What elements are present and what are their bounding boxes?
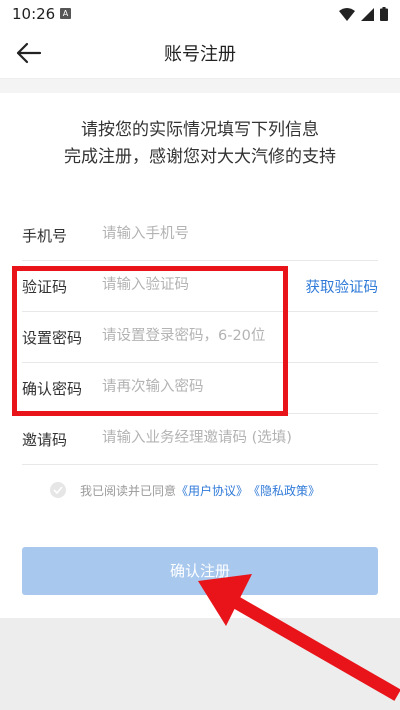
intro-line-1: 请按您的实际情况填写下列信息 — [81, 120, 319, 140]
annotation-highlight-box — [12, 266, 288, 416]
status-bar: 10:26 A — [0, 0, 400, 28]
invite-row: 邀请码 — [22, 414, 378, 465]
invite-label: 邀请码 — [22, 431, 68, 449]
check-icon — [53, 486, 63, 494]
intro-text: 请按您的实际情况填写下列信息 完成注册，感谢您对大大汽修的支持 — [0, 117, 400, 171]
header: 账号注册 — [0, 28, 400, 79]
wifi-icon — [339, 7, 355, 21]
phone-label: 手机号 — [22, 227, 68, 245]
status-icons — [339, 7, 388, 21]
intro-line-2: 完成注册，感谢您对大大汽修的支持 — [64, 147, 336, 167]
header-separator — [0, 79, 400, 93]
agreement-checkbox[interactable] — [50, 482, 66, 498]
get-verification-code-button[interactable]: 获取验证码 — [306, 276, 379, 297]
page-title: 账号注册 — [164, 44, 236, 65]
privacy-policy-link[interactable]: 《隐私政策》 — [248, 482, 320, 499]
confirm-register-button[interactable]: 确认注册 — [22, 547, 378, 595]
agreement-row: 我已阅读并已同意 《用户协议》 《隐私政策》 — [50, 480, 320, 500]
user-agreement-link[interactable]: 《用户协议》 — [176, 482, 248, 499]
phone-input[interactable] — [102, 219, 372, 249]
agreement-text: 我已阅读并已同意 — [80, 483, 177, 498]
status-time: 10:26 — [12, 5, 56, 23]
invite-code-input[interactable] — [102, 423, 372, 453]
footer-area — [0, 618, 400, 710]
notification-badge: A — [60, 8, 71, 19]
cellular-signal-icon — [361, 7, 374, 21]
phone-row: 手机号 — [22, 210, 378, 261]
battery-icon — [380, 7, 388, 21]
